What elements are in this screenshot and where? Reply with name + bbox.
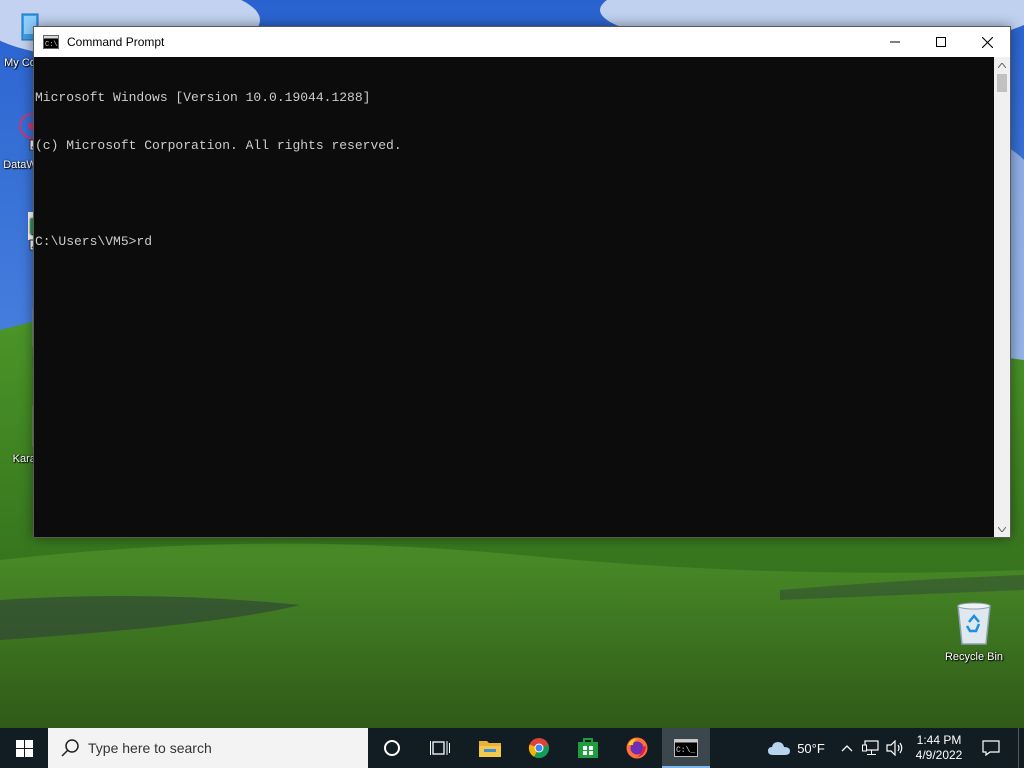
search-placeholder: Type here to search — [88, 740, 212, 756]
window-titlebar[interactable]: C:\ Command Prompt — [34, 27, 1010, 57]
maximize-icon — [936, 37, 946, 47]
cortana-icon — [384, 740, 400, 756]
weather-widget[interactable]: 50°F — [760, 728, 832, 768]
minimize-icon — [890, 41, 900, 43]
show-hidden-icons-button[interactable] — [838, 728, 856, 768]
windows-logo-icon — [15, 739, 33, 757]
scroll-up-button[interactable] — [994, 57, 1010, 73]
task-view-icon — [430, 741, 450, 755]
chevron-down-icon — [998, 526, 1006, 532]
notification-icon — [982, 740, 1000, 756]
chrome-icon — [528, 738, 549, 759]
minimize-button[interactable] — [872, 27, 918, 57]
svg-text:C:\_: C:\_ — [676, 746, 695, 755]
chevron-up-icon — [841, 745, 853, 752]
show-desktop-button[interactable] — [1018, 728, 1024, 768]
chevron-up-icon — [998, 62, 1006, 68]
recycle-bin-icon — [957, 602, 991, 645]
console-prompt-line: C:\Users\VM5>rd — [35, 234, 153, 249]
cloud-icon — [768, 742, 791, 755]
network-button[interactable] — [860, 728, 882, 768]
clock-time: 1:44 PM — [916, 733, 962, 747]
svg-text:C:\: C:\ — [45, 41, 58, 49]
store-taskbar-button[interactable] — [564, 728, 612, 768]
command-prompt-taskbar-button[interactable]: C:\_ — [662, 728, 710, 768]
chrome-taskbar-button[interactable] — [515, 728, 563, 768]
vertical-scrollbar[interactable] — [994, 57, 1010, 537]
console-output[interactable]: Microsoft Windows [Version 10.0.19044.12… — [34, 57, 994, 537]
taskbar-search-box[interactable]: Type here to search — [48, 728, 368, 768]
console-line: (c) Microsoft Corporation. All rights re… — [35, 138, 402, 153]
close-icon — [981, 36, 993, 48]
scrollbar-thumb[interactable] — [997, 74, 1007, 92]
desktop-icon-label: Recycle Bin — [944, 651, 1004, 663]
network-icon — [862, 740, 879, 755]
volume-button[interactable] — [884, 728, 906, 768]
window-title: Command Prompt — [67, 35, 165, 49]
start-button[interactable] — [0, 728, 48, 768]
maximize-button[interactable] — [918, 27, 964, 57]
file-explorer-taskbar-button[interactable] — [466, 728, 514, 768]
notifications-button[interactable] — [974, 728, 1008, 768]
firefox-taskbar-button[interactable] — [613, 728, 661, 768]
command-prompt-icon: C:\_ — [674, 739, 698, 757]
task-view-button[interactable] — [416, 728, 464, 768]
clock-date: 4/9/2022 — [915, 748, 963, 762]
command-prompt-window[interactable]: C:\ Command Prompt Microsoft Windows [Ve… — [33, 26, 1011, 538]
command-prompt-app-icon: C:\ — [43, 35, 59, 49]
cortana-button[interactable] — [368, 728, 416, 768]
taskbar: Type here to search C:\_ 50°F 1:44 PM 4/… — [0, 728, 1024, 768]
desktop-icon-recycle-bin[interactable]: Recycle Bin — [936, 600, 1012, 663]
console-line: Microsoft Windows [Version 10.0.19044.12… — [35, 90, 371, 105]
store-icon — [578, 738, 598, 758]
close-button[interactable] — [964, 27, 1010, 57]
search-icon — [61, 739, 79, 757]
speaker-icon — [886, 740, 903, 756]
firefox-icon — [626, 737, 648, 759]
clock[interactable]: 1:44 PM 4/9/2022 — [908, 728, 970, 768]
file-explorer-icon — [479, 741, 501, 757]
weather-temperature: 50°F — [797, 740, 825, 756]
scroll-down-button[interactable] — [994, 521, 1010, 537]
